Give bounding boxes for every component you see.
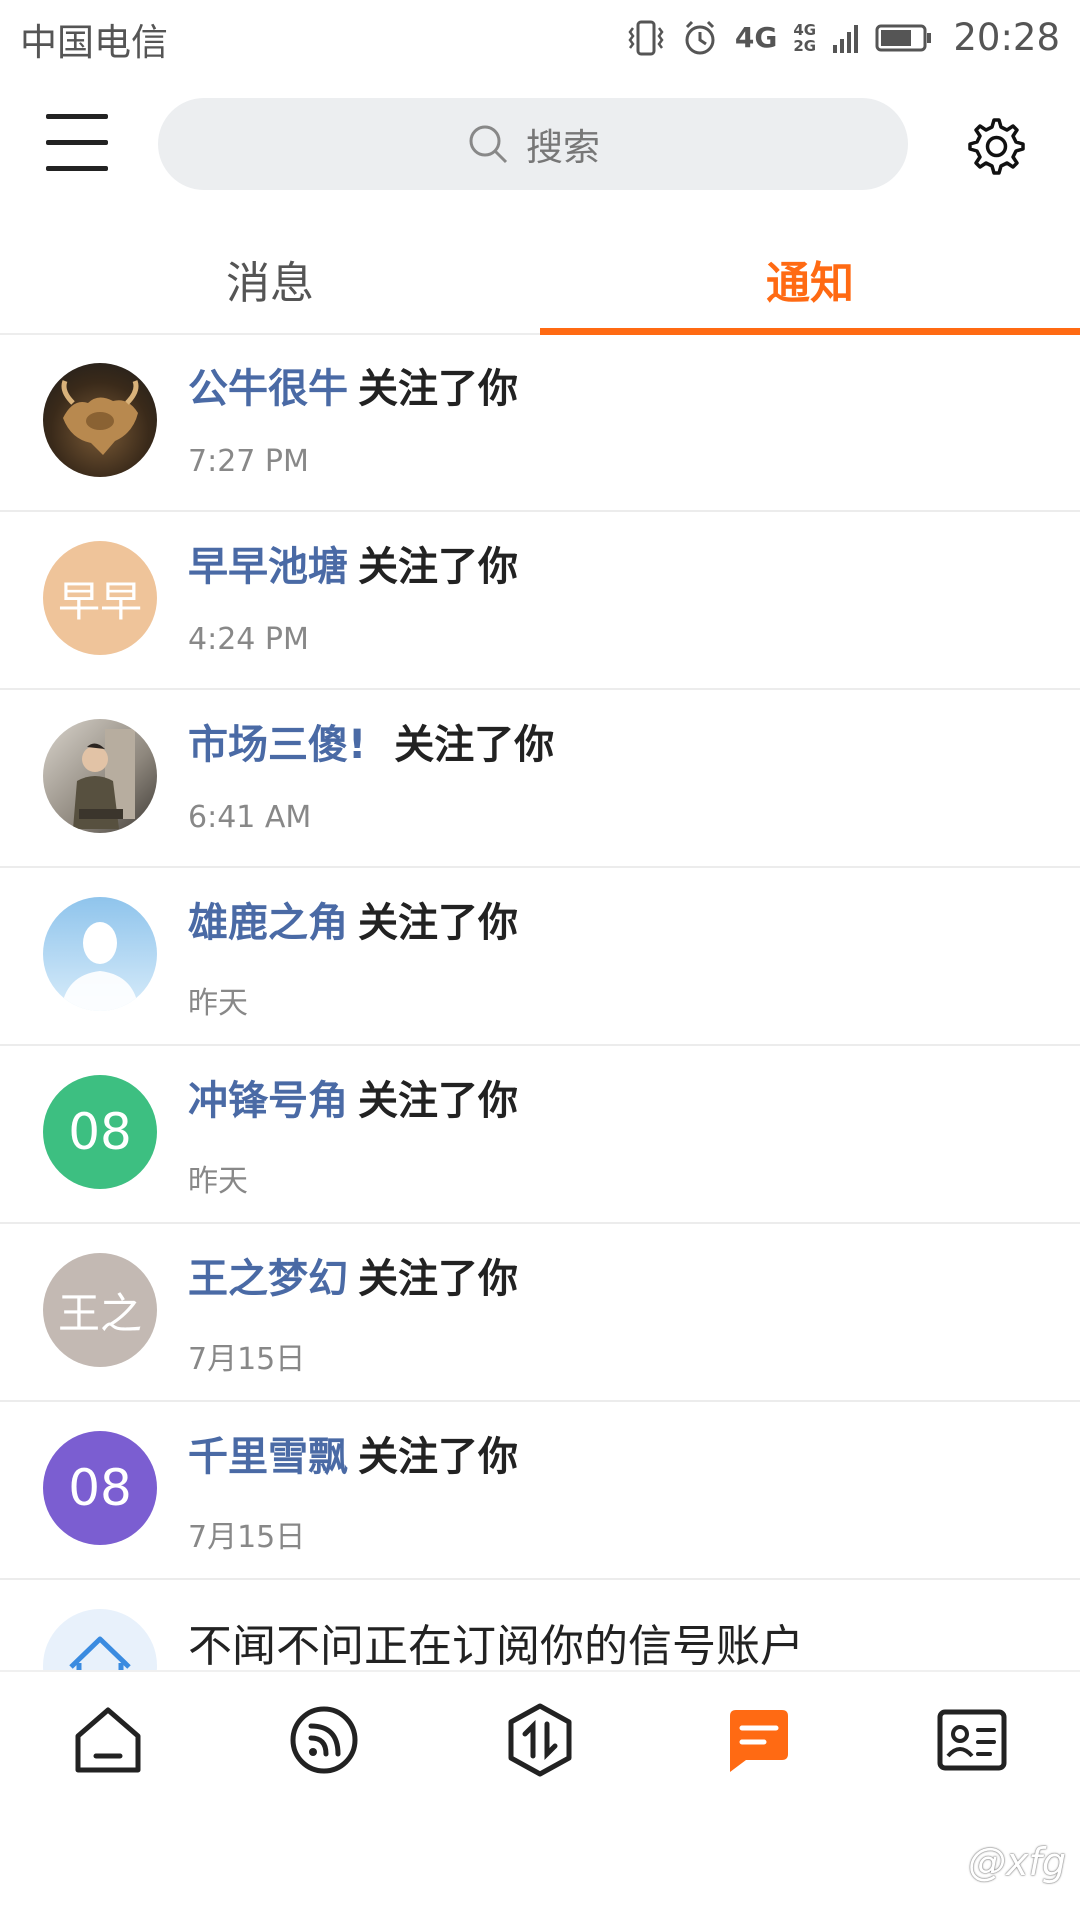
tab-messages[interactable]: 消息 [0,225,540,333]
avatar[interactable] [43,1609,157,1670]
notification-text: 公牛很牛 关注了你 [188,356,518,414]
secondary-network-label: 4G 2G [793,20,817,55]
action-text: 关注了你 [358,1078,518,1124]
home-icon[interactable] [68,1700,148,1780]
message-icon[interactable] [716,1700,796,1780]
feed-icon[interactable] [284,1700,364,1780]
subscription-notice: 不闻不问正在订阅你的信号账户 [188,1621,804,1670]
avatar[interactable] [43,363,157,477]
notification-text: 雄鹿之角 关注了你 [188,890,518,948]
carrier-name: 中国电信 [20,21,168,64]
username-link[interactable]: 雄鹿之角 [188,900,348,946]
notification-text: 早早池塘 关注了你 [188,534,518,592]
timestamp: 7:27 PM [188,444,309,479]
notification-text: 市场三傻! 关注了你 [188,712,554,770]
notification-text: 冲锋号角 关注了你 [188,1068,518,1126]
timestamp: 4:24 PM [188,622,309,657]
tab-notifications[interactable]: 通知 [540,225,1080,333]
username-link[interactable]: 早早池塘 [188,544,348,590]
avatar[interactable]: 08 [43,1431,157,1545]
vibrate-icon [628,20,664,55]
username-link[interactable]: 王之梦幻 [188,1256,348,1302]
avatar[interactable]: 早早 [43,541,157,655]
timestamp: 昨天 [188,986,248,1021]
username-link[interactable]: 公牛很牛 [188,366,348,412]
username-link[interactable]: 千里雪飘 [188,1434,348,1480]
tab-bar: 消息 通知 [0,225,1080,335]
list-item[interactable]: 不闻不问正在订阅你的信号账户 [0,1580,1080,1670]
signal-icon [833,24,859,53]
action-text: 关注了你 [358,1434,518,1480]
profile-card-icon[interactable] [932,1700,1012,1780]
timestamp: 6:41 AM [188,800,312,835]
top-bar: 搜索 [0,96,1080,192]
gear-icon[interactable] [962,114,1026,178]
username-link[interactable]: 市场三傻! [188,722,366,768]
action-text: 关注了你 [358,1256,518,1302]
clock: 20:28 [953,16,1060,59]
bottom-navigation [0,1670,1080,1792]
notification-text: 王之梦幻 关注了你 [188,1246,518,1304]
house-icon [69,1636,131,1670]
status-bar: 中国电信 4G 4G 2G 20:28 [0,0,1080,75]
avatar[interactable]: 王之 [43,1253,157,1367]
timestamp: 7月15日 [188,1520,306,1555]
action-text: 关注了你 [358,544,518,590]
avatar[interactable] [43,719,157,833]
battery-icon [875,24,932,51]
action-text: 关注了你 [394,722,555,768]
network-4g-icon: 4G [734,21,778,54]
trade-icon[interactable] [500,1700,580,1780]
status-icons: 4G 4G 2G 20:28 [627,10,1060,65]
notification-list: 公牛很牛 关注了你 7:27 PM 早早 早早池塘 关注了你 4:24 PM 市场三… [0,334,1080,1670]
default-person-icon[interactable] [43,897,157,1011]
list-item[interactable]: 市场三傻! 关注了你 6:41 AM [0,690,1080,868]
action-text: 关注了你 [358,366,518,412]
list-item[interactable]: 王之 王之梦幻 关注了你 7月15日 [0,1224,1080,1402]
timestamp: 昨天 [188,1164,248,1199]
list-item[interactable]: 雄鹿之角 关注了你 昨天 [0,868,1080,1046]
list-item[interactable]: 08 冲锋号角 关注了你 昨天 [0,1046,1080,1224]
timestamp: 7月15日 [188,1342,306,1377]
bull-image [61,380,139,455]
watermark: @xfg [968,1840,1066,1884]
search-input[interactable]: 搜索 [158,98,908,190]
list-item[interactable]: 08 千里雪飘 关注了你 7月15日 [0,1402,1080,1580]
person-photo [73,729,135,829]
username-link[interactable]: 冲锋号角 [188,1078,348,1124]
search-placeholder: 搜索 [526,126,600,169]
avatar[interactable]: 08 [43,1075,157,1189]
action-text: 关注了你 [358,900,518,946]
list-item[interactable]: 早早 早早池塘 关注了你 4:24 PM [0,512,1080,690]
hamburger-menu-icon[interactable] [46,114,110,174]
search-icon [469,125,508,164]
list-item[interactable]: 公牛很牛 关注了你 7:27 PM [0,334,1080,512]
notification-text: 千里雪飘 关注了你 [188,1424,518,1482]
alarm-icon [685,20,715,54]
